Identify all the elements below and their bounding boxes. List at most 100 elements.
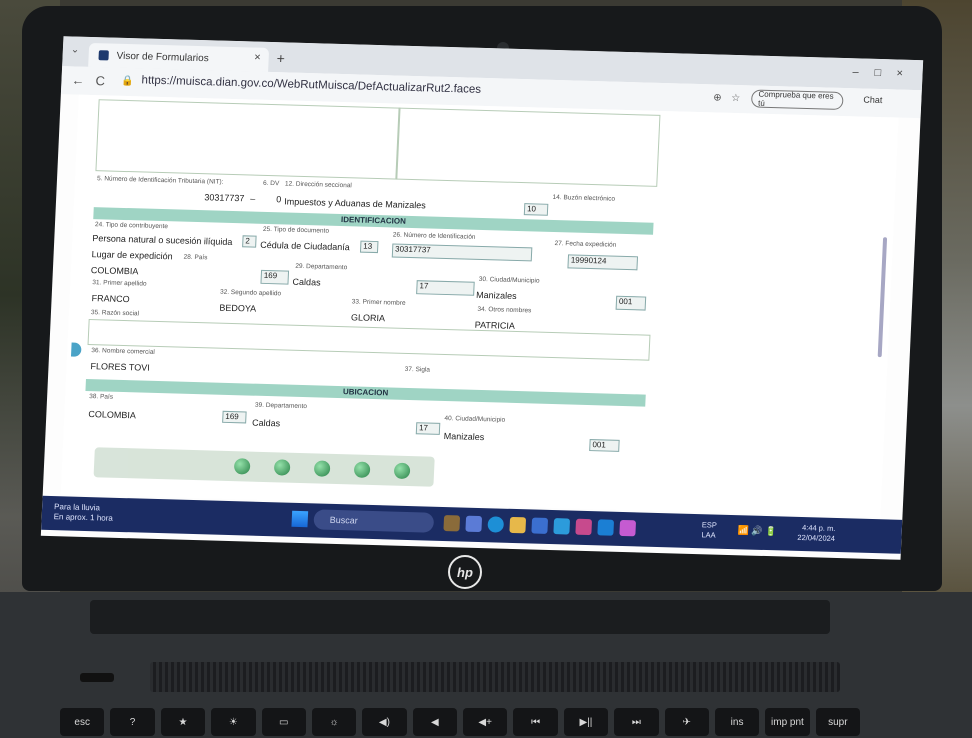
field32-label: 32. Segundo apellido — [219, 288, 282, 298]
keyboard-key[interactable]: ◀ — [412, 708, 457, 736]
nombre-comercial-value[interactable]: FLORES TOVI — [90, 361, 150, 373]
ciudad-value[interactable]: Manizales — [476, 290, 517, 301]
keyboard-key[interactable]: imp pnt — [765, 708, 810, 736]
expand-panel-icon[interactable] — [70, 342, 82, 357]
lugar-expedicion-label: Lugar de expedición — [91, 249, 173, 262]
toolbar-button-4[interactable] — [353, 461, 371, 478]
weather-line2: En aprox. 1 hora — [53, 512, 114, 523]
back-button[interactable]: ← — [71, 72, 85, 87]
field28-label: 28. País — [183, 253, 208, 262]
ubicacion-departamento-value[interactable]: Caldas — [252, 418, 280, 429]
ubicacion-pais-value[interactable]: COLOMBIA — [88, 409, 136, 420]
language-indicator[interactable]: ESP LAA — [701, 520, 717, 540]
keyboard-key[interactable]: ◀+ — [463, 708, 508, 736]
dian-favicon-icon — [98, 50, 109, 61]
razon-social-field[interactable] — [87, 319, 651, 361]
app-icon-2[interactable] — [619, 519, 637, 537]
fecha-expedicion-field[interactable]: 19990124 — [567, 254, 639, 271]
field12-label: 12. Dirección seccional — [284, 180, 352, 190]
tipo-contribuyente-code[interactable]: 2 — [242, 235, 257, 248]
edge-icon[interactable] — [487, 516, 505, 533]
maximize-button[interactable]: □ — [874, 67, 881, 79]
wifi-volume-battery-icon[interactable]: 📶 🔊 🔋 — [737, 525, 776, 537]
laptop-hinge — [90, 600, 830, 634]
departamento-value[interactable]: Caldas — [292, 277, 320, 288]
toolbar-button-5[interactable] — [393, 462, 411, 480]
system-clock[interactable]: 4:44 p. m. 22/04/2024 — [797, 523, 835, 544]
lang-line2: LAA — [701, 530, 716, 540]
ubicacion-ciudad-value[interactable]: Manizales — [443, 431, 484, 442]
store-icon[interactable] — [531, 517, 549, 534]
task-view-icon[interactable] — [465, 515, 483, 533]
hp-logo: hp — [448, 555, 482, 589]
keyboard-key[interactable]: ins — [714, 708, 760, 736]
keyboard-key[interactable]: ✈ — [664, 708, 709, 736]
tipo-contribuyente-value[interactable]: Persona natural o sucesión ilíquida — [92, 233, 232, 247]
field6-label: 6. DV — [262, 179, 280, 188]
ubicacion-pais-code[interactable]: 169 — [222, 410, 247, 424]
profile-button[interactable]: Comprueba que eres tú — [750, 89, 844, 111]
search-placeholder: Buscar — [329, 514, 359, 526]
tab-list-icon[interactable]: ⌄ — [71, 44, 80, 55]
dir-seccional-value[interactable]: Impuestos y Aduanas de Manizales — [284, 196, 426, 210]
form-header-block — [95, 99, 661, 187]
favorite-star-icon[interactable]: ☆ — [731, 93, 740, 104]
tipo-documento-value[interactable]: Cédula de Ciudadanía — [260, 240, 350, 252]
segundo-apellido-value[interactable]: BEDOYA — [219, 303, 256, 314]
keyboard-key[interactable]: ☀ — [211, 708, 256, 736]
keyboard-key[interactable]: ? — [110, 708, 155, 736]
taskbar-search[interactable]: Buscar — [313, 509, 435, 533]
keyboard-key[interactable]: ◀) — [362, 708, 407, 736]
departamento-code[interactable]: 17 — [416, 280, 475, 296]
zoom-icon[interactable]: ⊕ — [713, 92, 722, 103]
teams-icon[interactable] — [597, 519, 615, 536]
keyboard-key[interactable]: esc — [60, 708, 105, 736]
copilot-chat-button[interactable]: Chat — [863, 95, 882, 106]
minimize-button[interactable]: – — [852, 66, 859, 78]
rut-form: 5. Número de Identificación Tributaria (… — [81, 95, 661, 510]
field37-label: 37. Sigla — [404, 365, 431, 374]
dir-seccional-code[interactable]: 10 — [523, 203, 549, 216]
close-window-button[interactable]: × — [896, 67, 903, 79]
keyboard-key[interactable]: ☼ — [311, 708, 357, 736]
pais-code[interactable]: 169 — [260, 269, 290, 285]
pais-value[interactable]: COLOMBIA — [91, 265, 139, 276]
nit-value[interactable]: 30317737 — [204, 192, 244, 203]
start-button-icon[interactable] — [291, 510, 309, 528]
keyboard-key[interactable]: supr — [815, 708, 860, 736]
primer-nombre-value[interactable]: GLORIA — [351, 312, 385, 323]
ubicacion-ciudad-code[interactable]: 001 — [589, 439, 620, 452]
weather-widget[interactable]: Para la lluvia En aprox. 1 hora — [53, 502, 114, 524]
power-indicator — [80, 673, 114, 682]
scrollbar[interactable] — [877, 237, 888, 358]
toolbar-button-3[interactable] — [313, 460, 331, 477]
new-tab-button[interactable]: + — [276, 50, 285, 66]
tipo-documento-code[interactable]: 13 — [359, 240, 379, 254]
lang-line1: ESP — [701, 520, 718, 530]
toolbar-button-2[interactable] — [273, 459, 291, 476]
keyboard-key[interactable]: ⏮ — [513, 708, 558, 736]
url-field[interactable]: https://muisca.dian.gov.co/WebRutMuisca/… — [141, 74, 481, 95]
ciudad-code[interactable]: 001 — [615, 295, 647, 311]
primer-apellido-value[interactable]: FRANCO — [91, 293, 129, 304]
widgets-icon[interactable] — [443, 515, 461, 532]
tab-title: Visor de Formularios — [116, 50, 209, 64]
toolbar-button-1[interactable] — [233, 458, 251, 475]
numero-identificacion-field[interactable]: 30317737 — [391, 243, 533, 262]
keyboard-key[interactable]: ⏭ — [614, 708, 659, 736]
field34-label: 34. Otros nombres — [477, 305, 532, 315]
keyboard-key[interactable]: ▶|| — [563, 708, 609, 736]
keyboard-key[interactable]: ★ — [160, 708, 206, 736]
field40-label: 40. Ciudad/Municipio — [444, 415, 506, 424]
field38-label: 38. País — [89, 393, 114, 401]
reload-button[interactable]: C — [95, 73, 105, 88]
laptop-screen: ⌄ Visor de Formularios × + – □ × ← C 🔒 h… — [40, 36, 924, 560]
field25-label: 25. Tipo de documento — [262, 225, 330, 235]
close-tab-icon[interactable]: × — [254, 52, 261, 64]
mail-icon[interactable] — [553, 518, 571, 535]
ubicacion-departamento-code[interactable]: 17 — [415, 422, 441, 435]
keyboard-key[interactable]: ▭ — [261, 708, 306, 736]
dv-value[interactable]: 0 — [276, 194, 281, 204]
app-icon[interactable] — [575, 518, 593, 536]
file-explorer-icon[interactable] — [509, 516, 527, 534]
